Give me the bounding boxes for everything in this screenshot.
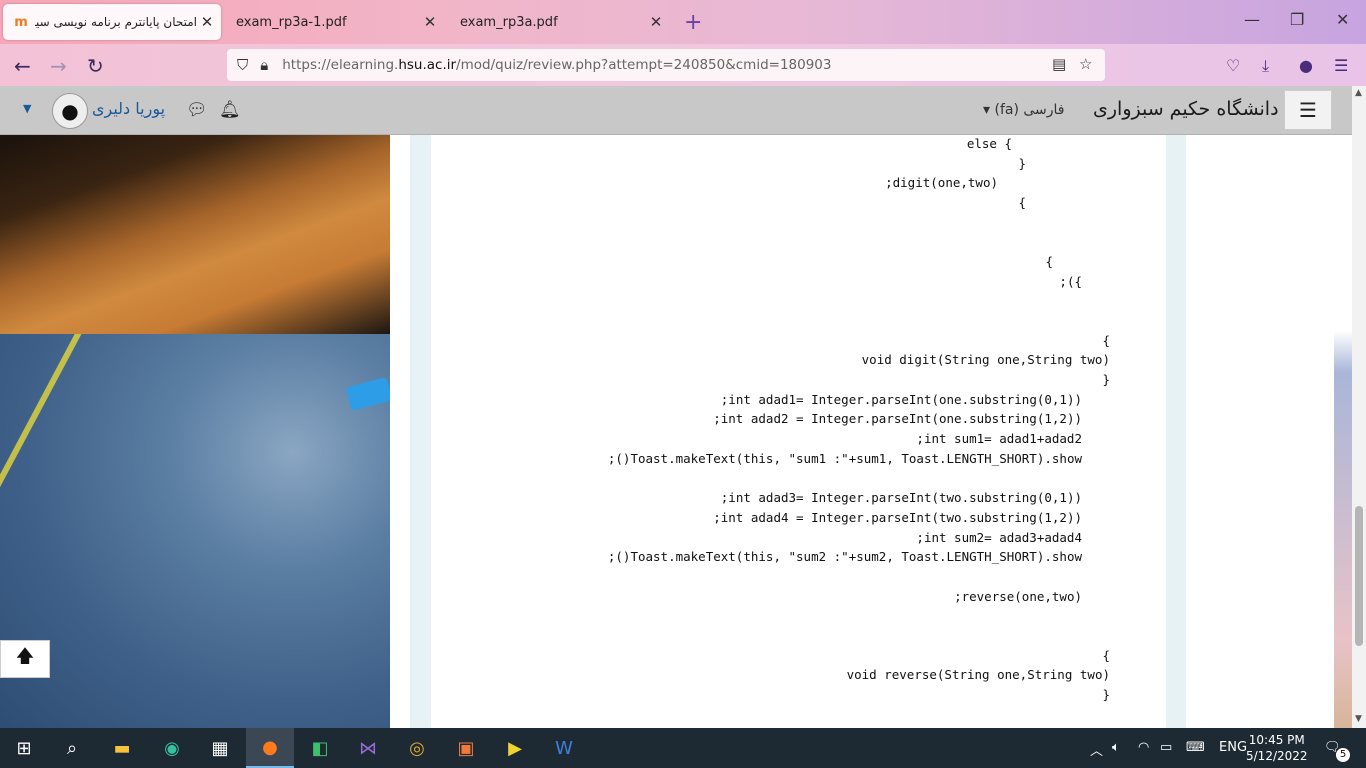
bookmark-star-icon[interactable]: ☆ [1079,55,1092,73]
code-line: } [1102,372,1110,387]
volume-icon[interactable]: 🔈︎ [1112,740,1120,755]
back-to-top-button[interactable]: 🡅 [0,640,50,678]
code-line: void reverse(String one,String two) [846,667,1110,682]
download-icon[interactable]: ⤓ [1262,56,1269,76]
window-close-icon[interactable]: ✕ [1336,10,1349,29]
nav-drawer-button[interactable]: ☰ [1284,90,1332,130]
chevron-down-icon[interactable]: ▼ [23,102,31,115]
close-tab-icon[interactable]: ✕ [646,13,666,31]
minimize-icon[interactable]: — [1244,10,1260,29]
tab-title: exam_rp3a-1.pdf [236,14,347,30]
tab-quiz-review[interactable]: m امتحان پایانترم برنامه نویسی سیار ✕ [3,4,221,40]
app-icon[interactable]: ◧ [306,734,334,762]
back-icon[interactable]: ← [14,54,31,78]
background-image-right [1334,135,1352,728]
office-icon[interactable]: ▣ [452,734,480,762]
clock-time: 10:45 PM [1248,733,1305,747]
scroll-down-icon[interactable]: ▼ [1355,714,1362,724]
windows-start-icon[interactable]: ⊞ [10,734,38,762]
tab-title: امتحان پایانترم برنامه نویسی سیار [35,15,197,29]
file-explorer-icon[interactable]: ▬ [108,734,136,762]
avatar[interactable]: ● [52,93,88,129]
url-text: https://elearning.hsu.ac.ir/mod/quiz/rev… [282,57,832,73]
code-line: ;int sum1= adad1+adad2 [916,431,1082,446]
code-line: else { [966,136,1012,151]
firefox-icon[interactable]: ● [246,728,294,768]
close-tab-icon[interactable]: ✕ [420,13,440,31]
tab-pdf-1[interactable]: exam_rp3a-1.pdf ✕ [226,4,444,40]
word-icon[interactable]: W [550,734,578,762]
chrome-icon[interactable]: ◎ [403,734,431,762]
code-line: { [1102,648,1110,663]
code-line: ;int adad3= Integer.parseInt(two.substri… [720,490,1082,505]
page-scrollbar[interactable]: ▲ ▼ [1352,86,1366,728]
tab-pdf-2[interactable]: exam_rp3a.pdf ✕ [452,4,670,40]
tab-title: exam_rp3a.pdf [460,14,558,30]
code-line: { [1102,333,1110,348]
code-line: ;int adad1= Integer.parseInt(one.substri… [720,392,1082,407]
address-bar[interactable]: ⛉ 🔒︎ https://elearning.hsu.ac.ir/mod/qui… [227,49,1105,81]
right-margin [1186,135,1334,728]
windows-taskbar: ⊞ ⌕ ▬ ◉ ▦ ● ◧ ⋈ ◎ ▣ ▶ W ︿ 🔈︎ ◠ ▭ ⌨ ENG 1… [0,728,1366,768]
background-image-top [0,135,390,334]
code-line: ;int adad4 = Integer.parseInt(two.substr… [713,510,1082,525]
store-icon[interactable]: ▦ [206,734,234,762]
edge-icon[interactable]: ◉ [158,734,186,762]
close-tab-icon[interactable]: ✕ [197,13,217,31]
language-menu[interactable]: فارسی (fa) ▾ [983,102,1065,118]
keyboard-icon[interactable]: ⌨ [1186,740,1205,755]
lock-icon[interactable]: 🔒︎ [260,56,268,74]
answer-content: else { } ;digit(one,two) { { ;({ { void … [431,135,1166,728]
forward-icon[interactable]: → [50,54,67,78]
site-name[interactable]: دانشگاه حکیم سبزواری [1093,98,1279,120]
language-indicator[interactable]: ENG [1219,740,1247,755]
code-line: ;digit(one,two) [885,175,998,190]
clock[interactable]: 10:45 PM 5/12/2022 [1246,732,1308,764]
code-line: ;({ [1059,274,1082,289]
chevron-up-icon[interactable]: ︿ [1090,740,1103,759]
visual-studio-icon[interactable]: ⋈ [354,734,382,762]
new-tab-icon[interactable]: + [684,10,702,35]
code-line: } [1102,687,1110,702]
code-line: ;int sum2= adad3+adad4 [916,530,1082,545]
reader-view-icon[interactable]: ▤ [1052,55,1066,73]
code-line: ;int adad2 = Integer.parseInt(one.substr… [713,411,1082,426]
code-line: { [1045,254,1053,269]
code-line: ;()Toast.makeText(this, "sum2 :"+sum2, T… [607,549,1082,564]
menu-icon[interactable]: ☰ [1334,56,1348,75]
restore-icon[interactable]: ❐ [1290,10,1304,29]
search-icon[interactable]: ⌕ [58,734,86,762]
message-icon[interactable]: 💬︎ [186,100,208,120]
code-line: ;()Toast.makeText(this, "sum1 :"+sum1, T… [607,451,1082,466]
scroll-up-icon[interactable]: ▲ [1355,88,1362,98]
site-header: ☰ دانشگاه حکیم سبزواری فارسی (fa) ▾ 🔔︎ 💬… [0,86,1352,135]
code-line: void digit(String one,String two) [861,352,1110,367]
extension-icon[interactable]: ● [1299,56,1313,75]
background-image-chalkboard [0,334,390,728]
kmplayer-icon[interactable]: ▶ [501,734,529,762]
notification-count-badge: 5 [1336,748,1350,762]
reload-icon[interactable]: ↻ [87,54,104,78]
battery-icon[interactable]: ▭ [1160,740,1172,755]
moodle-favicon-icon: m [14,14,28,30]
bell-icon[interactable]: 🔔︎ [219,100,241,120]
pocket-icon[interactable]: ♡ [1226,56,1240,75]
browser-toolbar: ← → ↻ ⛉ 🔒︎ https://elearning.hsu.ac.ir/m… [0,44,1366,86]
wifi-icon[interactable]: ◠ [1138,740,1149,755]
code-line: ;reverse(one,two) [954,589,1082,604]
browser-tab-strip: m امتحان پایانترم برنامه نویسی سیار ✕ ex… [0,0,1366,44]
blue-chalk [345,376,390,412]
user-name[interactable]: پوریا دلیری [92,99,165,118]
shield-icon[interactable]: ⛉ [237,56,248,74]
code-line: { [1018,195,1026,210]
clock-date: 5/12/2022 [1246,749,1308,763]
code-line: } [1018,156,1026,171]
scrollbar-thumb[interactable] [1355,506,1363,646]
